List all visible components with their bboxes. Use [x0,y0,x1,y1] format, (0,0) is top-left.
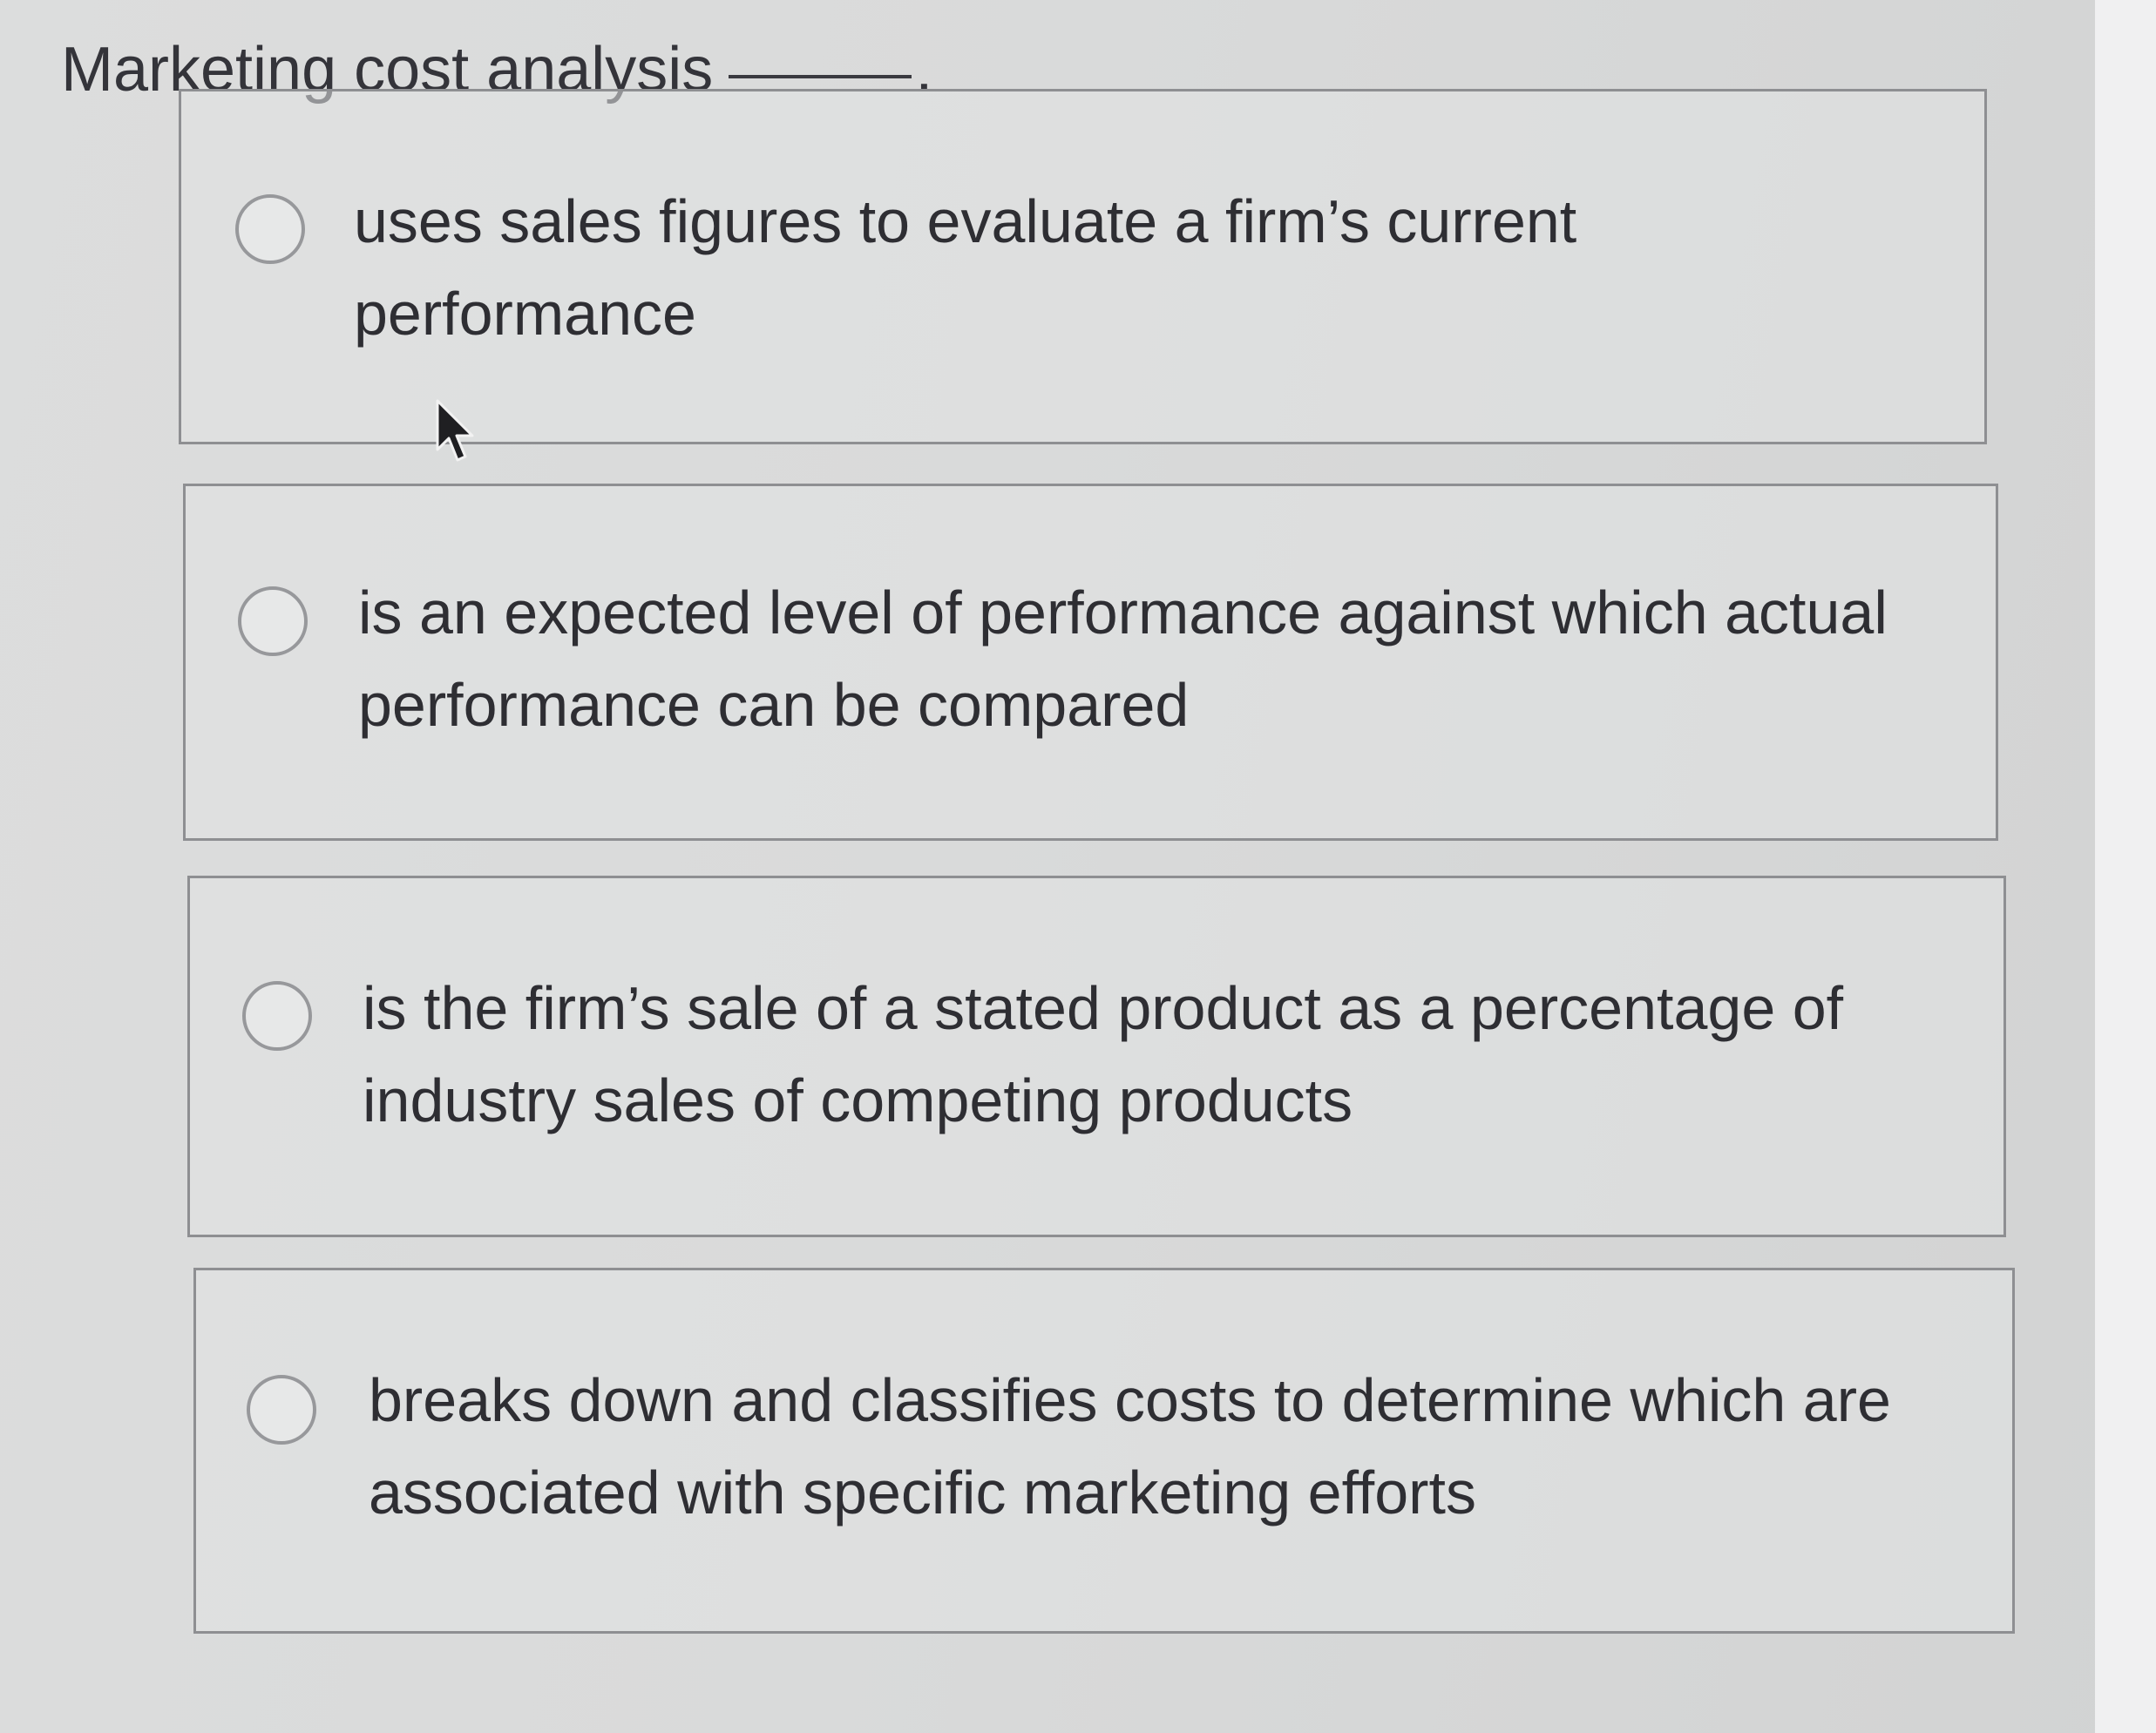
radio-unchecked-icon[interactable] [238,586,308,656]
radio-unchecked-icon[interactable] [247,1375,316,1445]
answer-option-4[interactable]: breaks down and classifies costs to dete… [193,1268,2015,1634]
radio-unchecked-icon[interactable] [242,981,312,1051]
answer-option-4-label: breaks down and classifies costs to dete… [369,1366,1891,1527]
answer-option-3[interactable]: is the firm’s sale of a stated product a… [187,876,2006,1237]
radio-unchecked-icon[interactable] [235,194,305,264]
answer-option-1[interactable]: uses sales figures to evaluate a firm’s … [179,89,1987,444]
answer-option-1-label: uses sales figures to evaluate a firm’s … [354,187,1577,348]
answer-option-2[interactable]: is an expected level of performance agai… [183,484,1998,841]
mouse-pointer-icon [436,399,474,462]
quiz-page: Marketing cost analysis. uses sales figu… [0,0,2156,1733]
answer-blank [729,75,912,78]
answer-option-3-label: is the firm’s sale of a stated product a… [363,974,1844,1134]
answer-option-2-label: is an expected level of performance agai… [358,579,1888,739]
right-gutter [2095,0,2156,1733]
